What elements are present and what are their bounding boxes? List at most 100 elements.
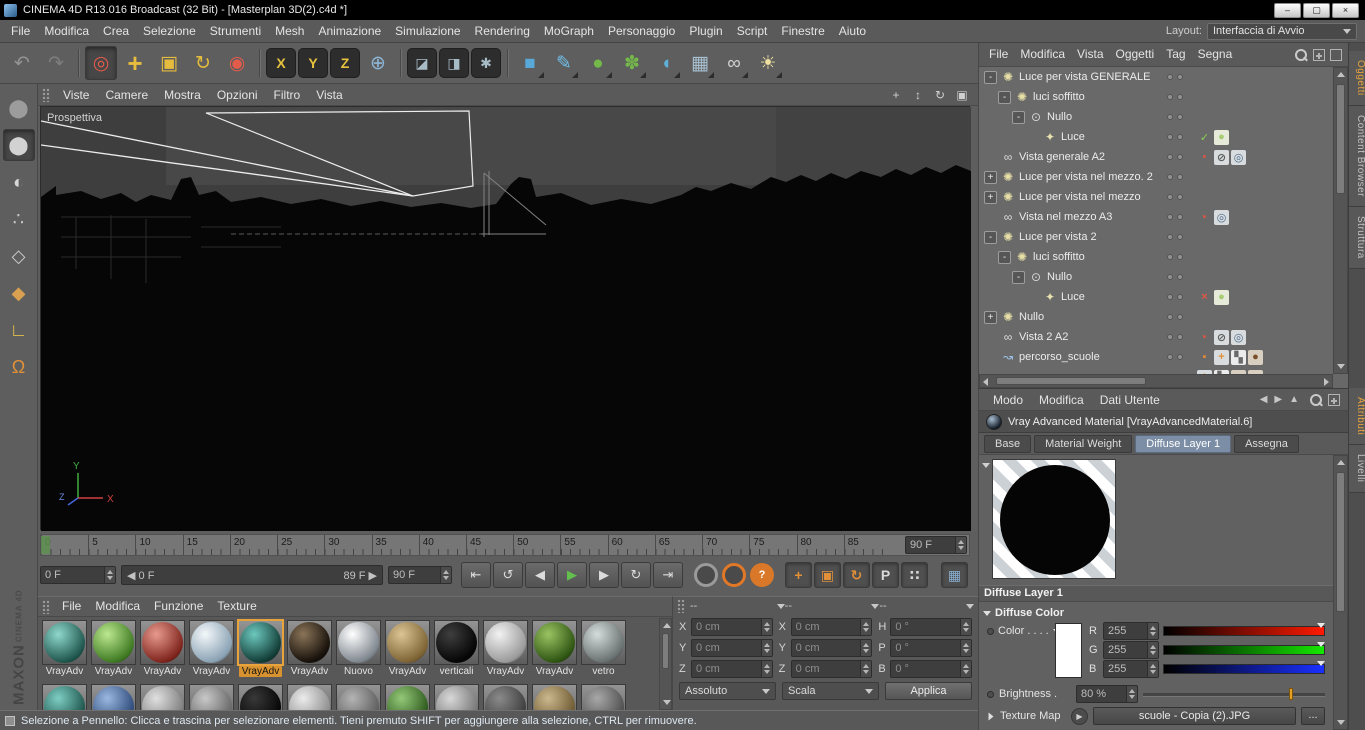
menu-item[interactable]: Rendering bbox=[468, 20, 537, 42]
redo-button[interactable]: ↷ bbox=[40, 46, 72, 80]
search-icon[interactable] bbox=[1294, 48, 1308, 62]
stepper-icon[interactable] bbox=[1147, 641, 1158, 658]
add-environment-button[interactable]: ▦ bbox=[684, 46, 716, 80]
next-frame-button[interactable]: ▶ bbox=[589, 562, 619, 588]
stepper-icon[interactable] bbox=[1147, 660, 1158, 677]
menu-item[interactable]: Modifica bbox=[37, 20, 96, 42]
autokey-button[interactable] bbox=[722, 563, 746, 587]
material-thumbnail[interactable] bbox=[140, 620, 185, 665]
material-preview[interactable] bbox=[992, 459, 1116, 579]
scrollbar-thumb[interactable] bbox=[1336, 84, 1345, 194]
add-modeling-button[interactable]: ✽ bbox=[616, 46, 648, 80]
stepper-icon[interactable] bbox=[860, 619, 872, 635]
mode-select[interactable]: Assoluto bbox=[679, 682, 776, 700]
object-row[interactable]: ✦ Luce ✓ ● bbox=[979, 127, 1333, 147]
expand-toggle-icon[interactable]: - bbox=[984, 230, 997, 244]
object-row[interactable]: - ✺ luci soffitto bbox=[979, 247, 1333, 267]
scroll-down-icon[interactable] bbox=[1337, 720, 1345, 725]
material-swatch[interactable]: VrayAdv bbox=[285, 618, 334, 682]
phong-tag[interactable]: ● bbox=[1214, 289, 1229, 305]
channel-field[interactable]: 255 bbox=[1103, 621, 1159, 640]
material-swatch[interactable] bbox=[285, 682, 334, 710]
expand-toggle-icon[interactable]: - bbox=[1012, 110, 1025, 124]
material-swatch[interactable]: verticali bbox=[432, 618, 481, 682]
object-row[interactable]: + ✺ Luce per vista nel mezzo. 2 bbox=[979, 167, 1333, 187]
last-tool-used[interactable]: ◉ bbox=[221, 46, 253, 80]
attribute-tab[interactable]: Diffuse Layer 1 bbox=[1135, 434, 1232, 453]
target-tag[interactable]: ◎ bbox=[1231, 329, 1246, 345]
expand-toggle-icon[interactable]: + bbox=[984, 170, 997, 184]
undo-button[interactable]: ↶ bbox=[6, 46, 38, 80]
material-scrollbar[interactable] bbox=[659, 618, 672, 710]
material-swatch[interactable]: VrayAdv bbox=[138, 618, 187, 682]
stepper-icon[interactable] bbox=[1147, 622, 1158, 639]
display-tag[interactable]: ▪ bbox=[1197, 330, 1212, 345]
edge-mode[interactable]: ◇ bbox=[3, 240, 35, 272]
stepper-icon[interactable] bbox=[960, 619, 972, 635]
zoom-view-icon[interactable]: ↕ bbox=[909, 87, 927, 103]
prev-key-button[interactable]: ↺ bbox=[493, 562, 523, 588]
material-menu-item[interactable]: Modifica bbox=[88, 597, 147, 616]
keyframe-selection-button[interactable]: ▦ bbox=[941, 562, 968, 588]
material-thumbnail[interactable] bbox=[140, 684, 185, 710]
brightness-field[interactable]: 80 % bbox=[1076, 685, 1138, 703]
coordinate-column-select[interactable]: -- bbox=[690, 600, 785, 612]
convert-tool[interactable]: ⬤ bbox=[3, 92, 35, 124]
visibility-dots[interactable] bbox=[1167, 134, 1193, 140]
add-instance-button[interactable]: ∞ bbox=[718, 46, 750, 80]
compositing-tag[interactable]: ⊘ bbox=[1214, 329, 1229, 345]
max-frame-field[interactable]: 90 F bbox=[905, 536, 967, 554]
render-picture-viewer-button[interactable]: ◨ bbox=[439, 48, 469, 78]
current-frame-marker[interactable] bbox=[41, 536, 50, 554]
visibility-dots[interactable] bbox=[1167, 234, 1193, 240]
attribute-menu-item[interactable]: Dati Utente bbox=[1092, 389, 1168, 411]
material-swatch[interactable] bbox=[579, 682, 628, 710]
play-button[interactable]: ▶ bbox=[557, 562, 587, 588]
render-view-button[interactable]: ◪ bbox=[407, 48, 437, 78]
material-swatch[interactable]: VrayAdv bbox=[481, 618, 530, 682]
material-thumbnail[interactable] bbox=[581, 620, 626, 665]
add-light-button[interactable]: ☀ bbox=[752, 46, 784, 80]
key-pla-toggle[interactable]: ∷ bbox=[901, 562, 928, 588]
menu-item[interactable]: Plugin bbox=[682, 20, 729, 42]
panel-grip[interactable] bbox=[42, 599, 50, 614]
stepper-icon[interactable] bbox=[860, 661, 872, 677]
material-thumbnail[interactable] bbox=[287, 684, 332, 710]
material-swatch[interactable] bbox=[383, 682, 432, 710]
axis-mode[interactable]: ∟ bbox=[3, 314, 35, 346]
object-menu-item[interactable]: Tag bbox=[1160, 43, 1191, 66]
expand-toggle-icon[interactable]: - bbox=[984, 70, 997, 84]
texture-file-button[interactable]: scuole - Copia (2).JPG bbox=[1093, 707, 1296, 725]
coordinate-column-select[interactable]: -- bbox=[785, 600, 880, 612]
viewport-menu-item[interactable]: Opzioni bbox=[209, 88, 266, 102]
side-tab[interactable]: Struttura bbox=[1349, 206, 1365, 269]
texture-mode[interactable]: ◐ bbox=[3, 166, 35, 198]
material-swatch[interactable] bbox=[89, 682, 138, 710]
coordinate-system-toggle[interactable]: ⊕ bbox=[362, 46, 394, 80]
visibility-dots[interactable] bbox=[1167, 154, 1193, 160]
color-swatch[interactable] bbox=[1055, 623, 1082, 678]
position-field[interactable]: 0 cm bbox=[691, 660, 773, 678]
scrollbar-thumb[interactable] bbox=[996, 377, 1146, 385]
add-icon[interactable] bbox=[1328, 393, 1340, 406]
object-row[interactable]: ↝ percorso_scuole ▪ + ▚ ● bbox=[979, 347, 1333, 367]
panel-grip[interactable] bbox=[677, 599, 685, 613]
filter-icon[interactable] bbox=[1330, 48, 1342, 61]
material-thumbnail[interactable] bbox=[434, 684, 479, 710]
object-menu-item[interactable]: Segna bbox=[1192, 43, 1239, 66]
viewport-menu-item[interactable]: Viste bbox=[55, 88, 97, 102]
size-field[interactable]: 0 cm bbox=[790, 660, 873, 678]
expand-toggle-icon[interactable]: - bbox=[1012, 270, 1025, 284]
record-button[interactable] bbox=[694, 563, 718, 587]
menu-item[interactable]: Mesh bbox=[268, 20, 311, 42]
scale-tool[interactable]: ▣ bbox=[153, 46, 185, 80]
material-swatch[interactable]: VrayAdv bbox=[236, 618, 285, 682]
move-tool[interactable]: + bbox=[119, 46, 151, 80]
next-key-button[interactable]: ↻ bbox=[621, 562, 651, 588]
menu-item[interactable]: Script bbox=[730, 20, 775, 42]
material-swatch[interactable]: VrayAdv bbox=[383, 618, 432, 682]
preview-range-slider[interactable]: ◀ 0 F 89 F ▶ bbox=[121, 565, 383, 585]
material-thumbnail[interactable] bbox=[238, 620, 283, 665]
panel-grip[interactable] bbox=[42, 87, 50, 102]
timeline-ruler[interactable]: 0510152025303540455055606570758085 90 F bbox=[40, 534, 970, 556]
